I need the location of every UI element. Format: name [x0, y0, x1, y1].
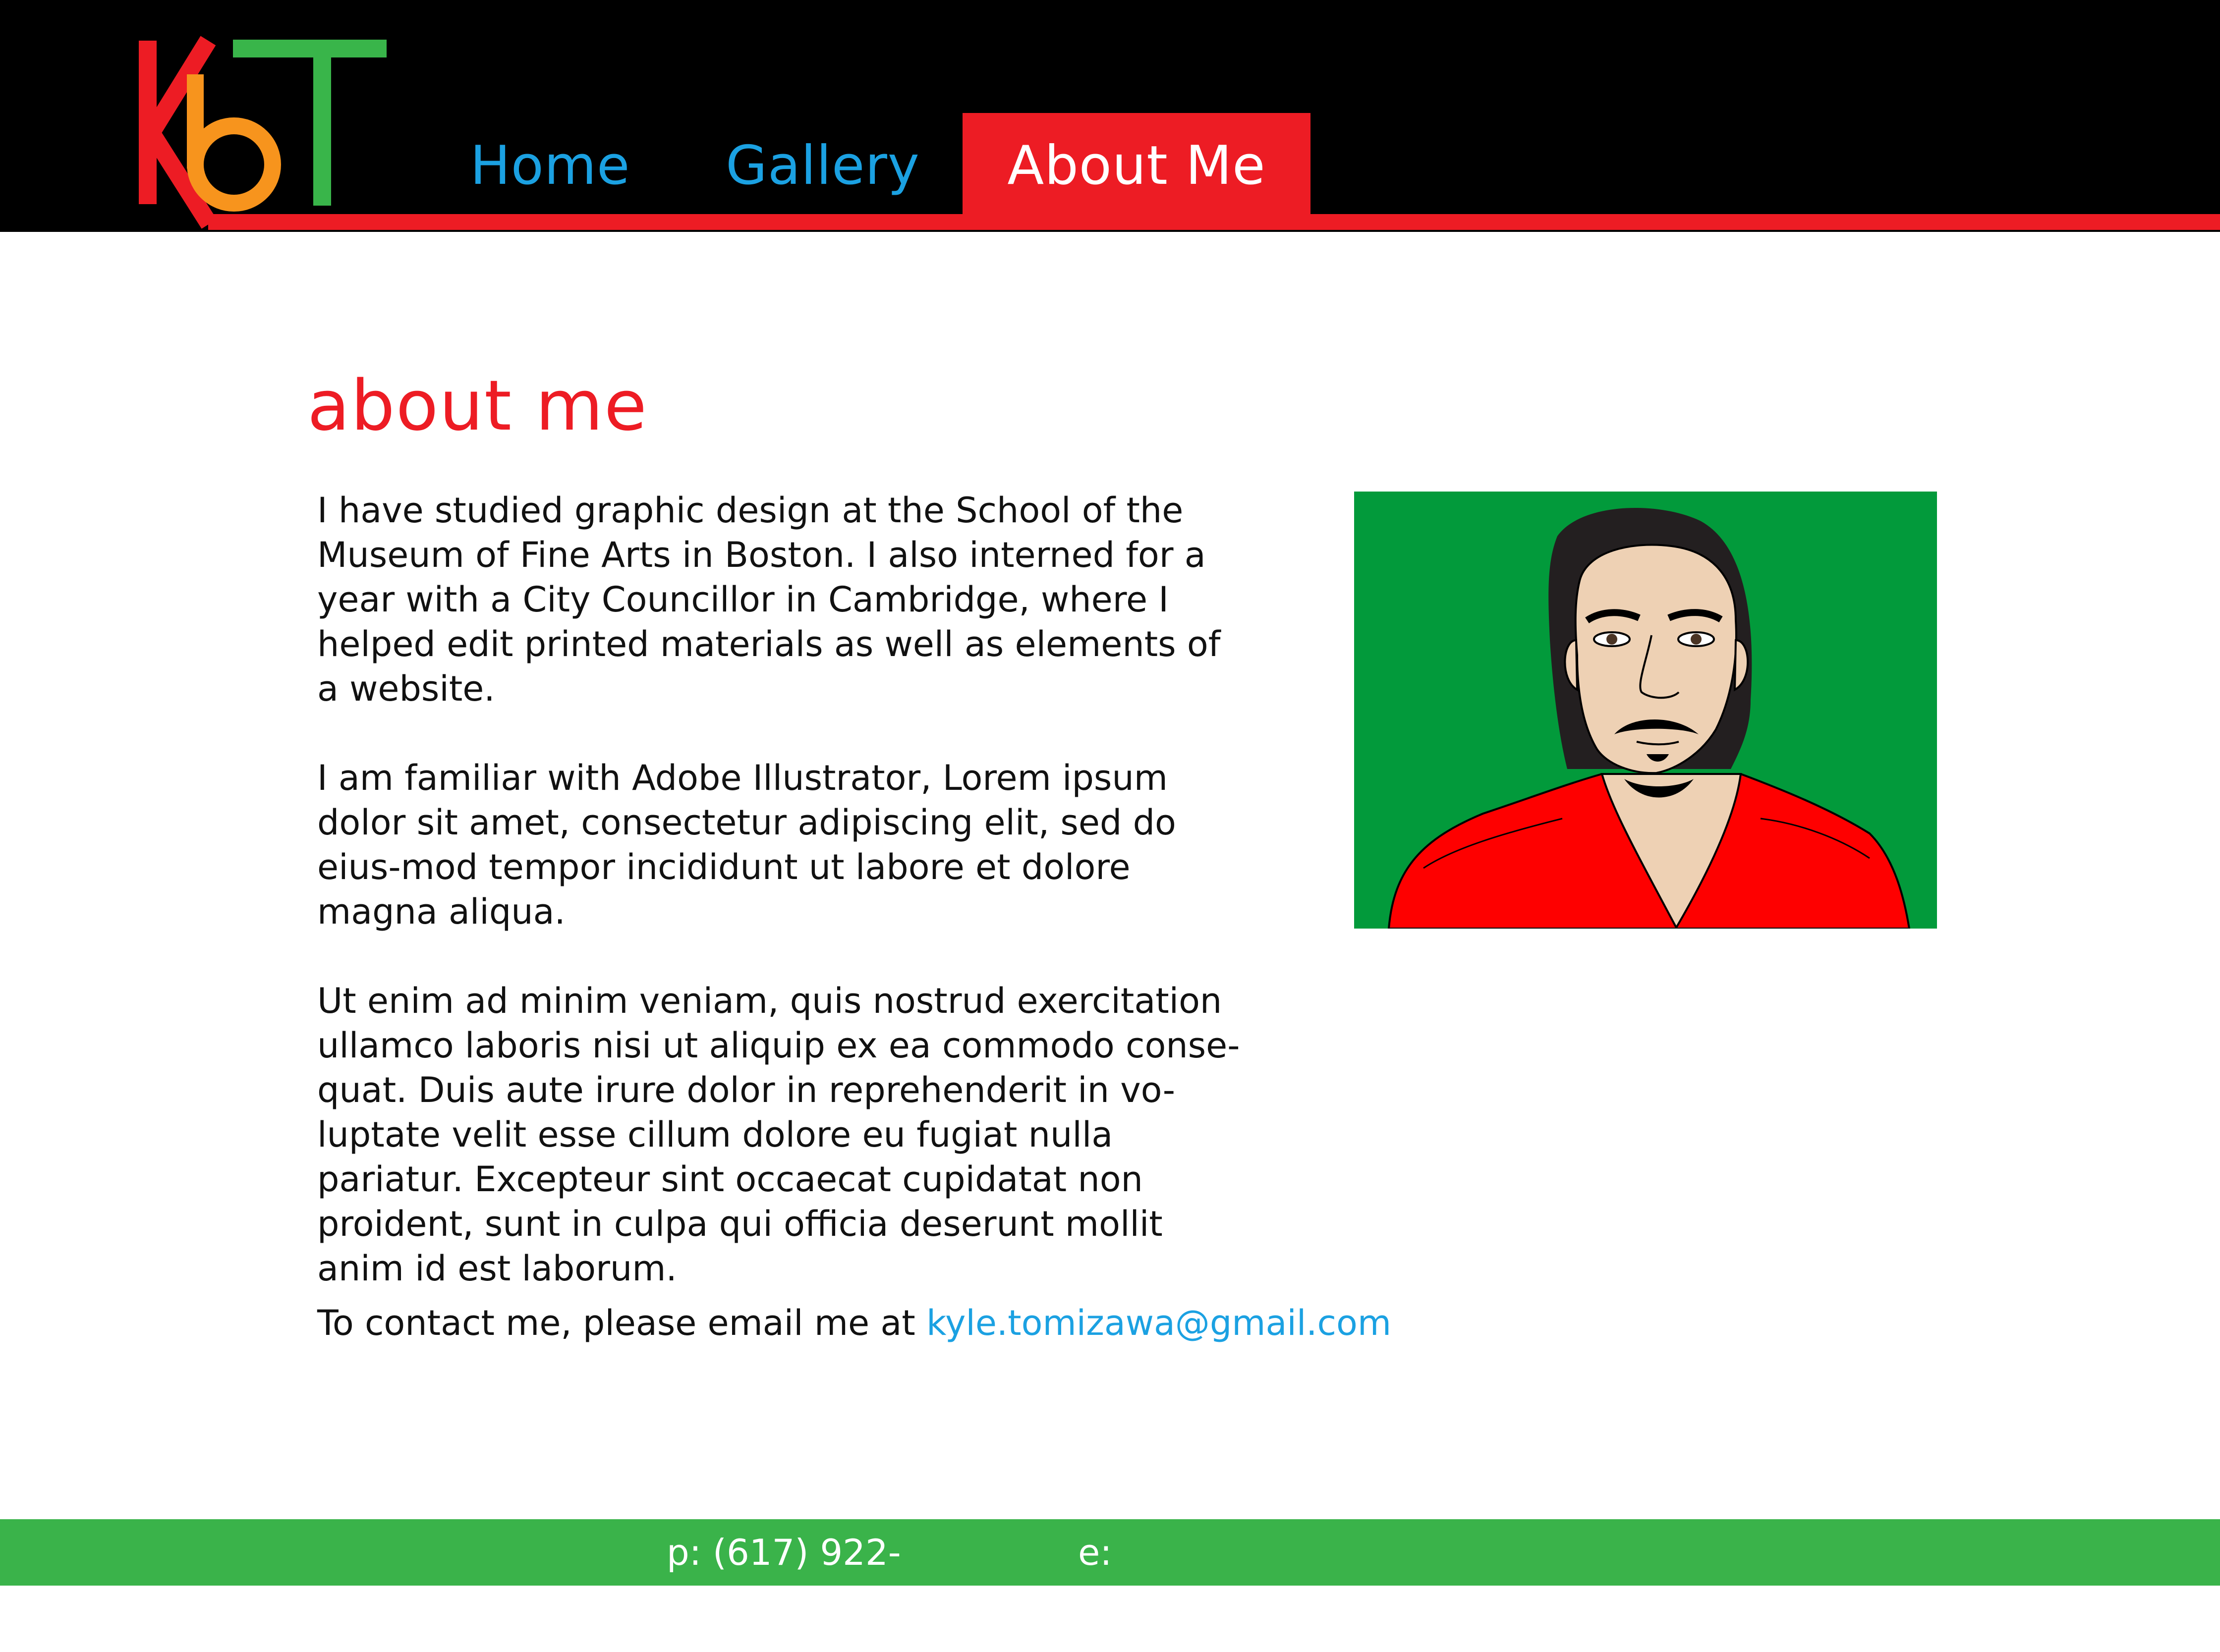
site-logo[interactable]	[134, 35, 397, 233]
about-paragraph-2: I am familiar with Adobe Illustrator, Lo…	[317, 758, 1176, 932]
kbt-logo-icon	[139, 36, 387, 229]
about-paragraph-1: I have studied graphic design at the Sch…	[317, 490, 1221, 709]
portrait-illustration	[1354, 492, 1937, 929]
nav-tab-home[interactable]: Home	[466, 113, 634, 219]
contact-line: To contact me, please email me at kyle.t…	[317, 1301, 1507, 1345]
about-paragraph-3: Ut enim ad minim veniam, quis nostrud ex…	[317, 981, 1240, 1289]
page-title: about me	[307, 366, 648, 446]
site-footer: p: (617) 922-9292 e: kyle.tomizawa@gmail…	[0, 1519, 2220, 1640]
nav-tab-gallery[interactable]: Gallery	[714, 113, 932, 219]
contact-prefix: To contact me, please email me at	[317, 1303, 926, 1343]
nav-tab-about-me[interactable]: About Me	[963, 113, 1310, 219]
footer-email-link[interactable]: e: kyle.tomizawa@gmail.com	[1078, 1519, 1598, 1640]
footer-phone: p: (617) 922-9292	[667, 1532, 901, 1640]
logo-letter-b	[187, 74, 281, 212]
portrait-image	[1354, 492, 1937, 929]
site-header: Home Gallery About Me	[0, 0, 2220, 232]
contact-email-link[interactable]: kyle.tomizawa@gmail.com	[926, 1303, 1391, 1343]
